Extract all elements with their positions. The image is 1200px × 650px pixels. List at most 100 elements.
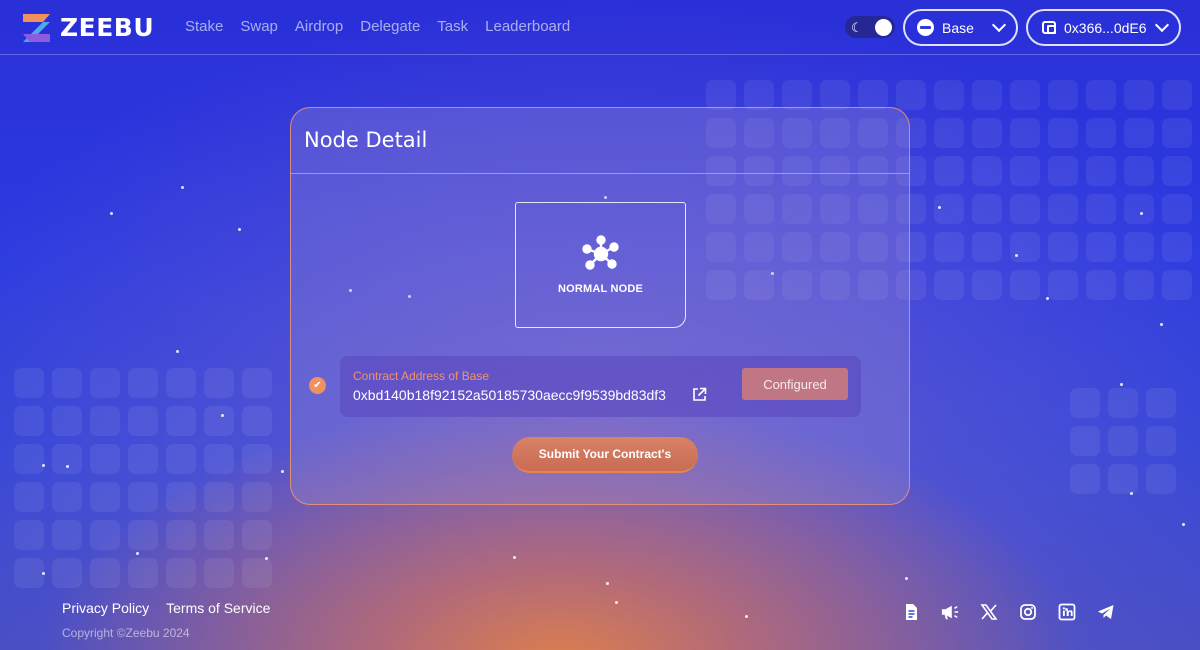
background-tile bbox=[972, 156, 1002, 186]
background-tile bbox=[52, 368, 82, 398]
background-tile bbox=[166, 444, 196, 474]
background-tile bbox=[90, 444, 120, 474]
background-star bbox=[513, 556, 516, 559]
background-star bbox=[1046, 297, 1049, 300]
network-selector[interactable]: Base bbox=[903, 9, 1018, 46]
background-tile bbox=[744, 80, 774, 110]
background-star bbox=[42, 464, 45, 467]
background-tile bbox=[706, 80, 736, 110]
background-tile bbox=[166, 482, 196, 512]
network-label: Base bbox=[942, 19, 974, 36]
background-tile bbox=[242, 482, 272, 512]
background-tile bbox=[204, 444, 234, 474]
background-tile bbox=[1070, 426, 1100, 456]
background-tile bbox=[166, 520, 196, 550]
main-nav: Stake Swap Airdrop Delegate Task Leaderb… bbox=[185, 18, 570, 35]
background-star bbox=[181, 186, 184, 189]
background-tile bbox=[1124, 232, 1154, 262]
external-link-icon[interactable] bbox=[692, 387, 707, 402]
nav-item-task[interactable]: Task bbox=[437, 18, 468, 35]
background-tile bbox=[934, 118, 964, 148]
background-tile bbox=[1010, 232, 1040, 262]
background-tile bbox=[934, 156, 964, 186]
background-tile bbox=[242, 558, 272, 588]
background-tile bbox=[90, 520, 120, 550]
nav-item-swap[interactable]: Swap bbox=[240, 18, 278, 35]
background-star bbox=[1130, 492, 1133, 495]
background-tile bbox=[1108, 426, 1138, 456]
theme-toggle[interactable]: ☾ bbox=[845, 16, 895, 38]
background-tile bbox=[1010, 270, 1040, 300]
background-star bbox=[221, 414, 224, 417]
background-star bbox=[1015, 254, 1018, 257]
background-tile bbox=[1162, 80, 1192, 110]
background-tile bbox=[166, 558, 196, 588]
background-tile bbox=[1086, 156, 1116, 186]
background-tile bbox=[1108, 388, 1138, 418]
background-star bbox=[938, 206, 941, 209]
background-star bbox=[281, 470, 284, 473]
background-tile bbox=[242, 520, 272, 550]
background-tile bbox=[1162, 194, 1192, 224]
top-header: ZEEBU Stake Swap Airdrop Delegate Task L… bbox=[0, 0, 1200, 55]
background-tile bbox=[128, 406, 158, 436]
nav-item-stake[interactable]: Stake bbox=[185, 18, 223, 35]
background-tiles-right-lower bbox=[1070, 388, 1176, 494]
background-tile bbox=[1162, 232, 1192, 262]
brand-logo[interactable]: ZEEBU bbox=[21, 13, 154, 42]
card-title: Node Detail bbox=[291, 108, 909, 174]
x-icon[interactable] bbox=[980, 603, 998, 621]
nav-item-delegate[interactable]: Delegate bbox=[360, 18, 420, 35]
background-tile bbox=[1048, 80, 1078, 110]
background-tile bbox=[1048, 118, 1078, 148]
submit-contract-button[interactable]: Submit Your Contract's bbox=[512, 437, 698, 473]
instagram-icon[interactable] bbox=[1019, 603, 1037, 621]
background-tile bbox=[52, 444, 82, 474]
linkedin-icon[interactable] bbox=[1058, 603, 1076, 621]
privacy-policy-link[interactable]: Privacy Policy bbox=[62, 600, 149, 616]
contract-address-value: 0xbd140b18f92152a50185730aecc9f9539bd83d… bbox=[353, 387, 666, 403]
background-tile bbox=[52, 406, 82, 436]
contract-address-panel: Contract Address of Base 0xbd140b18f9215… bbox=[340, 356, 861, 417]
footer-links: Privacy Policy Terms of Service bbox=[62, 600, 270, 616]
wallet-button[interactable]: 0x366...0dE6 bbox=[1026, 9, 1181, 46]
background-tile bbox=[52, 520, 82, 550]
background-tile bbox=[90, 406, 120, 436]
background-tile bbox=[1124, 194, 1154, 224]
background-tile bbox=[934, 232, 964, 262]
node-type-box[interactable]: NORMAL NODE bbox=[515, 202, 686, 328]
node-detail-card: Node Detail NORMAL NODE ✔ Contract Addre… bbox=[290, 107, 910, 505]
base-network-icon bbox=[917, 19, 934, 36]
toggle-knob bbox=[875, 18, 892, 36]
background-tile bbox=[1010, 156, 1040, 186]
document-icon[interactable] bbox=[902, 603, 920, 621]
background-star bbox=[42, 572, 45, 575]
configured-button[interactable]: Configured bbox=[742, 368, 848, 400]
background-tile bbox=[1048, 194, 1078, 224]
background-tile bbox=[128, 482, 158, 512]
copyright-text: Copyright ©Zeebu 2024 bbox=[62, 626, 190, 640]
background-tile bbox=[1010, 118, 1040, 148]
background-tile bbox=[14, 482, 44, 512]
megaphone-icon[interactable] bbox=[941, 603, 959, 621]
background-tile bbox=[972, 80, 1002, 110]
terms-of-service-link[interactable]: Terms of Service bbox=[166, 600, 270, 616]
nav-item-airdrop[interactable]: Airdrop bbox=[295, 18, 343, 35]
background-tile bbox=[204, 368, 234, 398]
background-tile bbox=[1162, 270, 1192, 300]
background-tile bbox=[1086, 232, 1116, 262]
background-star bbox=[745, 615, 748, 618]
contract-address-label: Contract Address of Base bbox=[353, 369, 490, 383]
background-tile bbox=[14, 558, 44, 588]
social-links bbox=[902, 603, 1115, 621]
background-star bbox=[176, 350, 179, 353]
node-type-label: NORMAL NODE bbox=[557, 283, 644, 295]
background-tile bbox=[52, 558, 82, 588]
background-tile bbox=[242, 368, 272, 398]
telegram-icon[interactable] bbox=[1097, 603, 1115, 621]
background-tile bbox=[1162, 156, 1192, 186]
background-tile bbox=[52, 482, 82, 512]
nav-item-leaderboard[interactable]: Leaderboard bbox=[485, 18, 570, 35]
background-tile bbox=[1010, 194, 1040, 224]
background-tile bbox=[934, 194, 964, 224]
